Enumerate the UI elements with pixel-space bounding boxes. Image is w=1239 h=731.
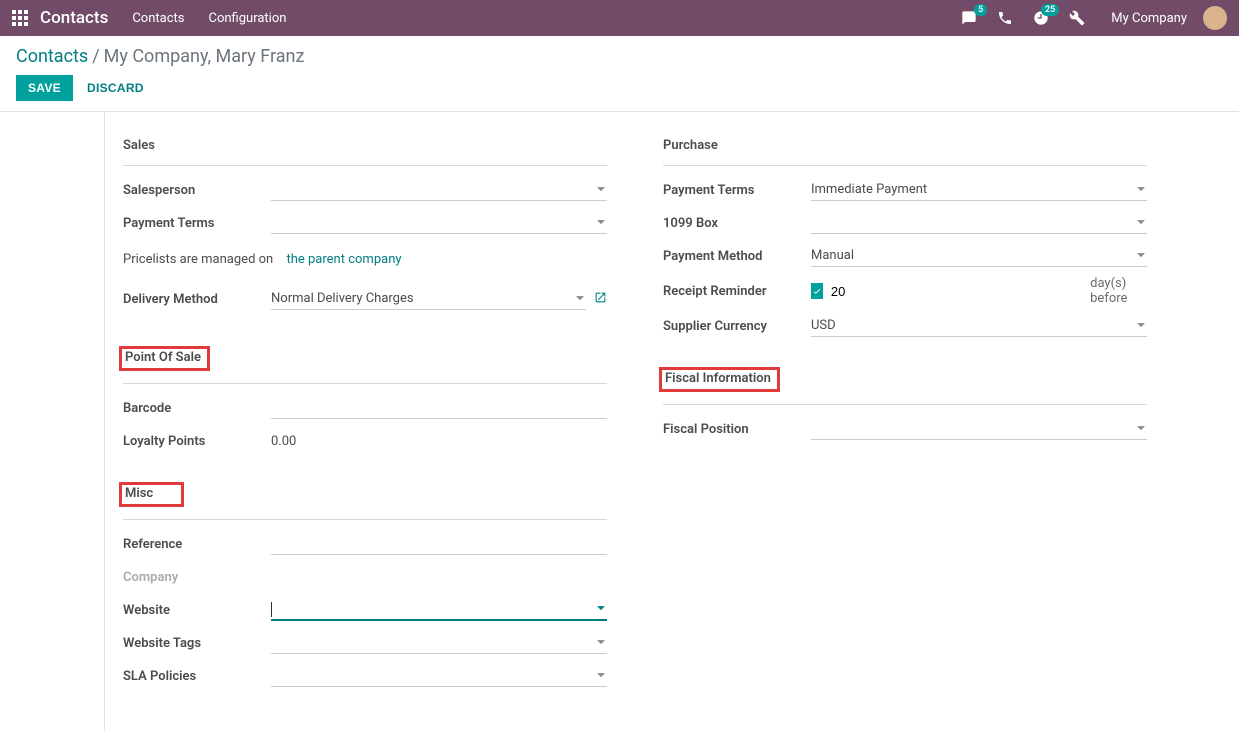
payment-method-value: Manual [811, 248, 854, 263]
chevron-down-icon [1137, 248, 1145, 263]
input-payment-terms-sales[interactable] [271, 212, 607, 234]
label-company: Company [123, 570, 271, 585]
label-fiscal-position: Fiscal Position [663, 422, 811, 437]
left-column: Sales Salesperson Payment Terms [105, 130, 625, 691]
label-payment-terms: Payment Terms [123, 216, 271, 231]
label-payment-method: Payment Method [663, 249, 811, 264]
right-column: Purchase Payment Terms Immediate Payment… [645, 130, 1165, 691]
input-website[interactable] [271, 599, 607, 621]
company-switcher[interactable]: My Company [1111, 11, 1187, 26]
section-title-sales: Sales [123, 138, 155, 153]
breadcrumb-leaf: My Company, Mary Franz [104, 46, 305, 67]
loyalty-points-value: 0.00 [271, 434, 296, 449]
chevron-down-icon [576, 291, 584, 306]
label-delivery-method: Delivery Method [123, 292, 271, 307]
tools-icon[interactable] [1069, 10, 1085, 26]
value-loyalty: 0.00 [271, 430, 607, 452]
input-delivery-method[interactable]: Normal Delivery Charges [271, 288, 586, 310]
label-reference: Reference [123, 537, 271, 552]
input-sla[interactable] [271, 665, 607, 687]
label-payment-terms-purchase: Payment Terms [663, 183, 811, 198]
reference-text[interactable] [271, 534, 607, 553]
supplier-currency-value: USD [811, 318, 836, 333]
barcode-text[interactable] [271, 398, 607, 417]
nav-link-contacts[interactable]: Contacts [132, 11, 184, 26]
input-payment-method[interactable]: Manual [811, 245, 1147, 267]
label-barcode: Barcode [123, 401, 271, 416]
delivery-method-value: Normal Delivery Charges [271, 291, 414, 306]
section-title-misc: Misc [119, 482, 184, 507]
label-website: Website [123, 603, 271, 618]
chevron-down-icon [1137, 318, 1145, 333]
phone-icon[interactable] [997, 10, 1013, 26]
reminder-suffix: day(s) before [1090, 276, 1147, 306]
input-payment-terms-purchase[interactable]: Immediate Payment [811, 179, 1147, 201]
payment-terms-purchase-value: Immediate Payment [811, 182, 927, 197]
label-1099-box: 1099 Box [663, 216, 811, 231]
label-website-tags: Website Tags [123, 636, 271, 651]
input-website-tags[interactable] [271, 632, 607, 654]
breadcrumb-root[interactable]: Contacts [16, 46, 88, 67]
reminder-days-input[interactable] [831, 282, 1080, 301]
apps-icon[interactable] [12, 10, 28, 26]
parent-company-link[interactable]: the parent company [286, 252, 401, 267]
sla-text[interactable] [271, 666, 607, 685]
receipt-reminder-group: day(s) before [811, 276, 1147, 306]
input-supplier-currency[interactable]: USD [811, 315, 1147, 337]
section-title-purchase: Purchase [663, 138, 718, 153]
chat-icon[interactable]: 5 [961, 10, 977, 26]
pricelist-note-text: Pricelists are managed on [123, 252, 273, 267]
reminder-checkbox[interactable] [811, 283, 823, 299]
pricelist-note: Pricelists are managed on the parent com… [123, 252, 607, 267]
chat-badge: 5 [974, 4, 987, 16]
box1099-text[interactable] [811, 213, 1147, 232]
website-tags-text[interactable] [271, 633, 607, 652]
section-title-fiscal: Fiscal Information [659, 367, 780, 392]
top-navbar: Contacts Contacts Configuration 5 25 My … [0, 0, 1239, 36]
label-salesperson: Salesperson [123, 183, 271, 198]
external-link-icon[interactable] [594, 291, 607, 308]
label-supplier-currency: Supplier Currency [663, 319, 811, 334]
input-barcode[interactable] [271, 397, 607, 419]
nav-link-configuration[interactable]: Configuration [208, 11, 286, 26]
breadcrumb: Contacts/My Company, Mary Franz [16, 46, 1223, 67]
value-company [271, 566, 607, 588]
payment-terms-sales-text[interactable] [271, 213, 607, 232]
input-reference[interactable] [271, 533, 607, 555]
label-receipt-reminder: Receipt Reminder [663, 284, 811, 299]
input-fiscal-position[interactable] [811, 418, 1147, 440]
input-1099-box[interactable] [811, 212, 1147, 234]
breadcrumb-separator: / [92, 46, 99, 67]
fiscal-position-text[interactable] [811, 419, 1147, 438]
discard-button[interactable]: DISCARD [87, 81, 144, 95]
website-text[interactable] [272, 600, 607, 619]
section-title-pos: Point Of Sale [119, 346, 210, 371]
label-sla: SLA Policies [123, 669, 271, 684]
salesperson-text[interactable] [271, 180, 607, 199]
page-header: Contacts/My Company, Mary Franz SAVE DIS… [0, 36, 1239, 112]
user-avatar[interactable] [1203, 6, 1227, 30]
activity-badge: 25 [1041, 4, 1059, 16]
chevron-down-icon [1137, 182, 1145, 197]
app-brand[interactable]: Contacts [40, 8, 108, 28]
input-salesperson[interactable] [271, 179, 607, 201]
activity-clock-icon[interactable]: 25 [1033, 10, 1049, 26]
save-button[interactable]: SAVE [16, 75, 73, 101]
label-loyalty: Loyalty Points [123, 434, 271, 449]
